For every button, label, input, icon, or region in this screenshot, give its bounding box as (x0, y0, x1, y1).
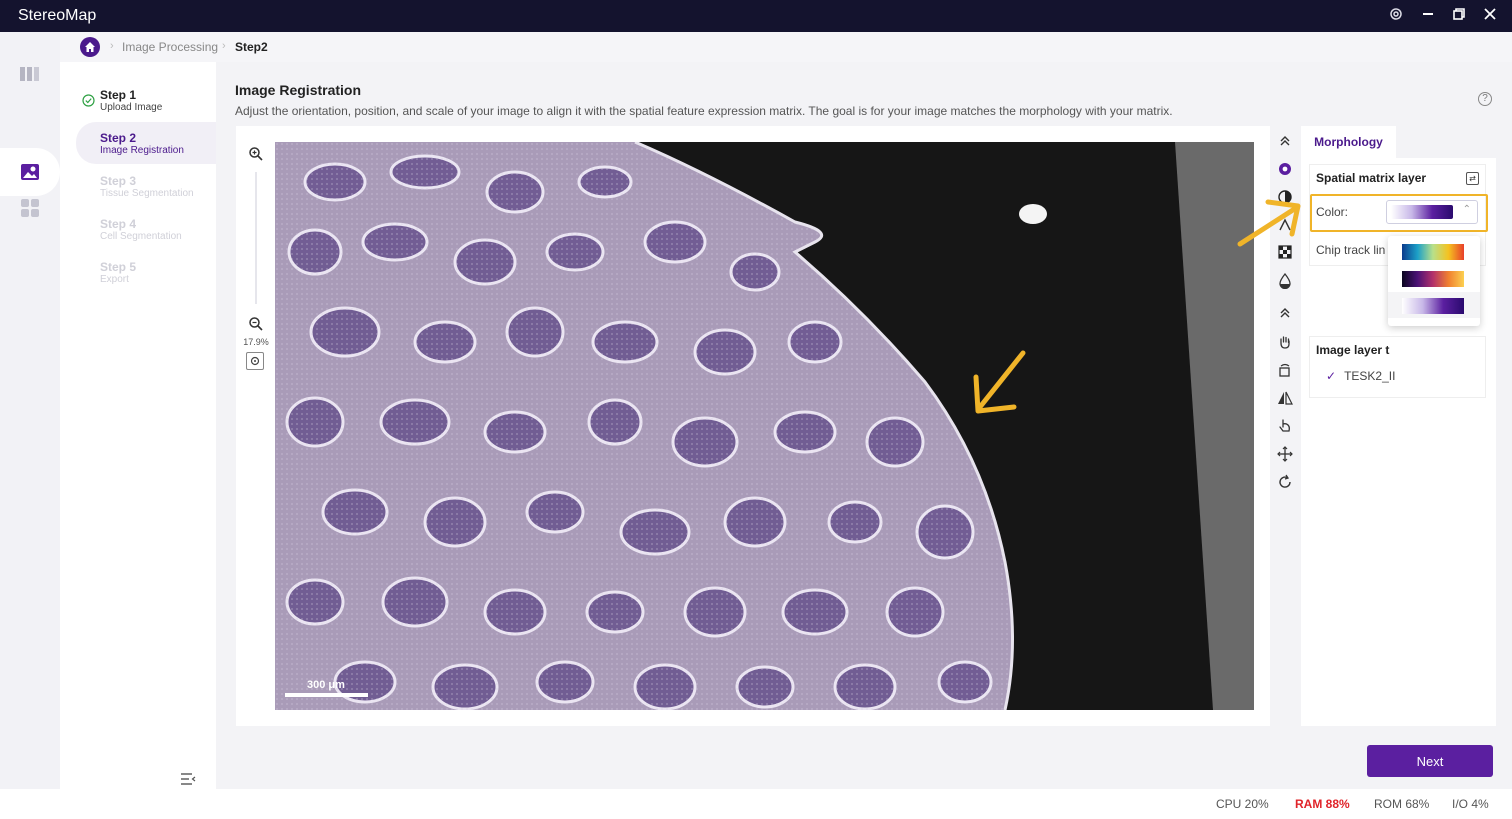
step-4: Step 4 Cell Segmentation (100, 217, 182, 242)
step-3-title: Step 3 (100, 174, 137, 188)
step-2-subtitle: Image Registration (100, 145, 184, 156)
ram-usage: RAM 88% (1295, 797, 1350, 811)
flip-icon[interactable] (1277, 390, 1293, 406)
next-button[interactable]: Next (1367, 745, 1493, 777)
step-1-title: Step 1 (100, 88, 137, 102)
rom-usage: ROM 68% (1374, 797, 1430, 811)
color-dropdown (1388, 236, 1480, 326)
restore-icon[interactable] (1449, 6, 1469, 26)
step-5-title: Step 5 (100, 260, 137, 274)
color-option-inferno[interactable] (1402, 271, 1464, 287)
check-circle-icon (82, 94, 95, 110)
home-icon[interactable] (80, 37, 100, 57)
swap-layer-icon[interactable]: ⇄ (1466, 172, 1479, 185)
left-rail (0, 32, 60, 819)
io-usage: I/O 4% (1452, 797, 1489, 811)
tab-morphology[interactable]: Morphology (1301, 126, 1396, 158)
map-icon[interactable] (10, 54, 50, 94)
step-1-subtitle: Upload Image (100, 102, 163, 113)
tissue-image (275, 142, 1254, 710)
close-icon[interactable] (1480, 6, 1500, 26)
pointer-hand-icon[interactable] (1277, 418, 1293, 434)
step-5-subtitle: Export (100, 274, 129, 285)
step-4-title: Step 4 (100, 217, 137, 231)
main-content: Image Registration Adjust the orientatio… (216, 62, 1512, 789)
chevron-up-icon: ⌃ (1462, 204, 1471, 215)
hand-pan-icon[interactable] (1277, 334, 1293, 350)
morphology-settings-icon[interactable] (1277, 161, 1293, 177)
check-icon: ✓ (1326, 369, 1337, 383)
image-layer-title: Image layer t (1316, 343, 1390, 357)
annotation-arrow-icon (968, 347, 1028, 420)
breadcrumb: › Image Processing › Step2 (60, 32, 1512, 62)
color-option-purple[interactable] (1402, 298, 1464, 314)
rotate-90-icon[interactable] (1277, 362, 1293, 378)
zoom-level: 17.9% (243, 337, 269, 347)
minimize-icon[interactable] (1418, 6, 1438, 26)
zoom-in-icon[interactable] (248, 146, 264, 165)
breadcrumb-image-processing[interactable]: Image Processing (122, 40, 218, 54)
tissue-image-canvas[interactable]: 300 μm (275, 142, 1254, 710)
page-title: Image Registration (235, 82, 362, 98)
status-bar: CPU 20% RAM 88% ROM 68% I/O 4% (0, 789, 1512, 819)
image-layer-name: TESK2_II (1344, 369, 1396, 383)
cpu-usage: CPU 20% (1216, 797, 1269, 811)
step-3-subtitle: Tissue Segmentation (100, 188, 194, 199)
title-bar: StereoMap (0, 0, 1512, 32)
steps-sidebar: Step 1 Upload Image Step 2 Image Registr… (60, 62, 216, 789)
settings-icon[interactable] (1386, 6, 1406, 26)
apps-icon[interactable] (10, 188, 50, 228)
image-viewer: 17.9% 300 μm (236, 126, 1270, 726)
step-3: Step 3 Tissue Segmentation (100, 174, 194, 199)
zoom-out-icon[interactable] (248, 316, 264, 335)
reset-rotate-icon[interactable] (1277, 474, 1293, 490)
image-layer-section: Image layer t ✓ TESK2_II (1309, 336, 1486, 398)
breadcrumb-step2: Step2 (235, 40, 268, 54)
spatial-matrix-title: Spatial matrix layer (1316, 171, 1427, 185)
opacity-drop-icon[interactable] (1277, 272, 1293, 290)
color-select[interactable]: ⌃ (1386, 200, 1478, 224)
move-icon[interactable] (1277, 446, 1293, 462)
app-title: StereoMap (18, 7, 97, 24)
step-1[interactable]: Step 1 Upload Image (100, 88, 162, 113)
zoom-slider-track[interactable] (255, 172, 257, 304)
color-option-spectral[interactable] (1402, 244, 1464, 260)
collapse-up-icon-2[interactable] (1277, 306, 1293, 322)
step-2[interactable]: Step 2 Image Registration (100, 131, 184, 156)
step-2-title: Step 2 (100, 131, 137, 145)
breadcrumb-separator: › (222, 40, 226, 52)
step-5: Step 5 Export (100, 260, 136, 285)
fit-view-icon[interactable] (246, 352, 264, 370)
breadcrumb-separator: › (110, 40, 114, 52)
color-swatch-selected (1391, 205, 1453, 219)
help-icon[interactable]: ? (1478, 92, 1492, 106)
collapse-up-icon[interactable] (1277, 134, 1293, 150)
scale-bar-label: 300 μm (307, 679, 345, 691)
image-layer-item[interactable]: ✓ TESK2_II (1310, 363, 1485, 389)
annotation-arrow-icon-2 (1234, 196, 1304, 254)
collapse-sidebar-icon[interactable] (180, 772, 196, 789)
step-4-subtitle: Cell Segmentation (100, 231, 182, 242)
zoom-controls: 17.9% (243, 146, 269, 406)
image-processing-icon[interactable] (10, 152, 50, 192)
page-description: Adjust the orientation, position, and sc… (235, 104, 1173, 118)
